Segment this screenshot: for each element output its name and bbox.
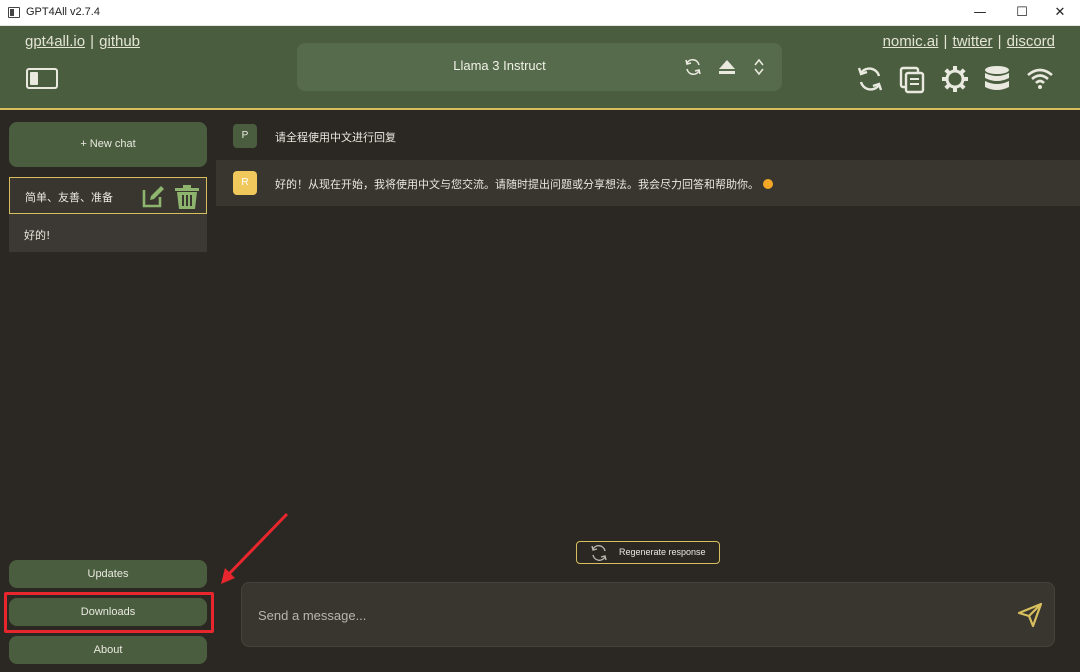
eject-icon[interactable] (717, 57, 737, 77)
message-text: 好的！从现在开始，我将使用中文与您交流。请随时提出问题或分享想法。我会尽力回答和… (275, 178, 759, 191)
database-icon[interactable] (982, 64, 1012, 94)
maximize-button[interactable]: ☐ (1002, 0, 1042, 26)
app-header: gpt4all.io | github nomic.ai | twitter |… (0, 26, 1080, 110)
message-prompt: P 请全程使用中文进行回复 (216, 113, 1080, 159)
copy-icon[interactable] (897, 64, 927, 94)
sidebar-toggle-icon[interactable] (26, 68, 58, 89)
window-title: GPT4All v2.7.4 (26, 6, 100, 18)
link-gpt4all[interactable]: gpt4all.io (25, 33, 85, 50)
updown-chevron-icon[interactable] (749, 57, 769, 77)
link-discord[interactable]: discord (1007, 33, 1055, 50)
chat-item-active[interactable]: 简单、友善、准备 (9, 177, 207, 214)
regenerate-button[interactable]: Regenerate response (576, 541, 720, 564)
app-icon (8, 7, 20, 18)
link-twitter[interactable]: twitter (953, 33, 993, 50)
highlight-box (4, 592, 214, 633)
regenerate-label: Regenerate response (619, 547, 706, 557)
message-input[interactable] (258, 603, 978, 627)
updates-button[interactable]: Updates (9, 560, 207, 588)
header-links-right: nomic.ai | twitter | discord (883, 31, 1055, 50)
message-response: R 好的！从现在开始，我将使用中文与您交流。请随时提出问题或分享想法。我会尽力回… (216, 160, 1080, 206)
annotation-arrow-icon (221, 512, 289, 584)
wifi-icon[interactable] (1025, 64, 1055, 94)
message-input-box (241, 582, 1055, 647)
send-icon[interactable] (1016, 601, 1044, 629)
window-titlebar: GPT4All v2.7.4 — ☐ ✕ (0, 0, 1080, 26)
reload-icon[interactable] (683, 57, 703, 77)
edit-icon[interactable] (140, 184, 166, 210)
new-chat-button[interactable]: + New chat (9, 122, 207, 167)
link-separator: | (943, 33, 948, 50)
close-button[interactable]: ✕ (1040, 0, 1080, 26)
link-github[interactable]: github (99, 33, 140, 50)
assistant-avatar: R (233, 171, 257, 195)
recycle-icon[interactable] (855, 64, 885, 94)
chat-item[interactable]: 好的! (9, 214, 207, 252)
link-separator: | (90, 33, 95, 50)
gear-icon[interactable] (940, 64, 970, 94)
model-name: Llama 3 Instruct (453, 58, 546, 73)
regenerate-icon (591, 545, 607, 561)
minimize-button[interactable]: — (960, 0, 1000, 26)
chat-item-label: 简单、友善、准备 (25, 191, 113, 204)
user-avatar: P (233, 124, 257, 148)
link-separator: | (997, 33, 1002, 50)
smile-emoji-icon (763, 179, 773, 189)
message-text-wrap: 好的！从现在开始，我将使用中文与您交流。请随时提出问题或分享想法。我会尽力回答和… (275, 176, 773, 192)
link-nomic[interactable]: nomic.ai (883, 33, 939, 50)
header-links-left: gpt4all.io | github (25, 31, 140, 50)
about-button[interactable]: About (9, 636, 207, 664)
message-text: 请全程使用中文进行回复 (275, 131, 396, 144)
chat-item-label: 好的! (24, 229, 51, 242)
trash-icon[interactable] (174, 184, 200, 210)
model-selector[interactable]: Llama 3 Instruct (297, 43, 782, 91)
